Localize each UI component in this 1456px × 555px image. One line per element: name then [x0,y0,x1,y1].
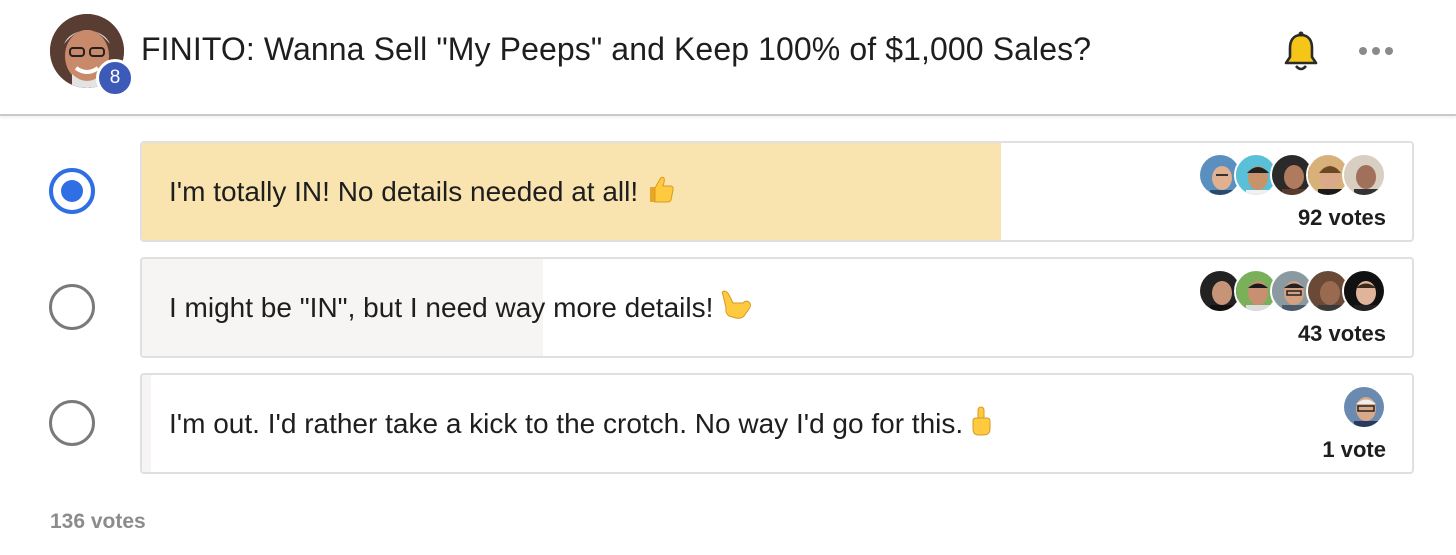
poll-option: I'm totally IN! No details needed at all… [0,141,1456,242]
poll-option: I might be "IN", but I need way more det… [0,257,1456,358]
option-radio[interactable] [49,400,95,446]
option-card[interactable]: I'm totally IN! No details needed at all… [140,141,1414,242]
voter-avatars [1198,269,1386,313]
option-label: I'm out. I'd rather take a kick to the c… [169,408,964,439]
thumbs-up-icon [644,173,676,212]
author-avatar[interactable]: 8 [50,14,134,98]
voter-avatar[interactable] [1342,269,1386,313]
call-me-hand-icon [719,289,753,328]
voter-avatars [1198,153,1386,197]
option-label: I might be "IN", but I need way more det… [169,292,714,323]
option-card[interactable]: I'm out. I'd rather take a kick to the c… [140,373,1414,474]
voter-avatar[interactable] [1342,385,1386,429]
more-options-icon[interactable] [1356,40,1396,62]
voter-avatars [1342,385,1386,429]
poll-option: I'm out. I'd rather take a kick to the c… [0,373,1456,474]
option-radio-selected[interactable] [49,168,95,214]
vote-count: 1 vote [1322,437,1386,462]
bell-icon[interactable] [1283,30,1319,72]
radio-dot [61,180,83,202]
poll-header: 8 FINITO: Wanna Sell "My Peeps" and Keep… [0,0,1456,116]
total-votes: 136 votes [50,510,146,533]
option-label: I'm totally IN! No details needed at all… [169,176,639,207]
vote-count: 43 votes [1297,321,1386,346]
vote-count: 92 votes [1297,205,1386,230]
voter-avatar[interactable] [1342,153,1386,197]
option-card[interactable]: I might be "IN", but I need way more det… [140,257,1414,358]
vote-share-bar [142,375,151,472]
notification-count-badge: 8 [96,59,134,97]
middle-finger-icon [969,405,993,444]
option-radio[interactable] [49,284,95,330]
poll-title: FINITO: Wanna Sell "My Peeps" and Keep 1… [141,31,1092,67]
